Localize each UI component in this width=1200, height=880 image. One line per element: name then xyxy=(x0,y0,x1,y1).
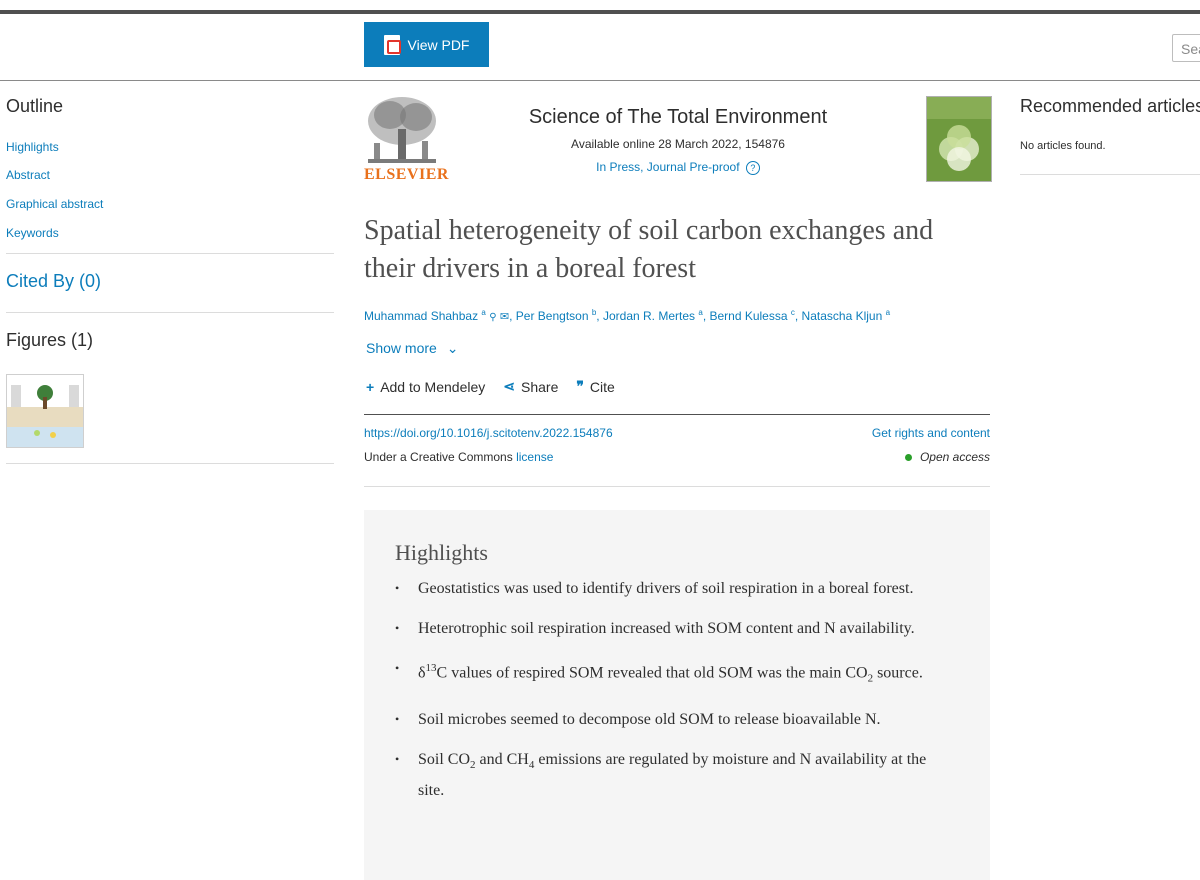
header: View PDF Sea xyxy=(0,14,1200,81)
search-input[interactable]: Sea xyxy=(1172,34,1200,62)
author-link[interactable]: Bernd Kulessa xyxy=(709,309,787,323)
open-access-label: Open access xyxy=(919,450,990,464)
author-link[interactable]: Per Bengtson xyxy=(516,309,589,323)
author-affiliation[interactable]: b xyxy=(592,308,596,317)
article-actions: + Add to Mendeley ⋖ Share ❞ Cite xyxy=(366,378,615,395)
highlight-item: Soil microbes seemed to decompose old SO… xyxy=(395,707,955,732)
outline-link-graphical-abstract[interactable]: Graphical abstract xyxy=(6,197,103,211)
top-bar xyxy=(0,0,1200,14)
available-online: Available online 28 March 2022, 154876 xyxy=(571,137,785,151)
journal-cover[interactable] xyxy=(926,96,992,182)
view-pdf-label: View PDF xyxy=(407,36,470,53)
article-title: Spatial heterogeneity of soil carbon exc… xyxy=(364,215,934,284)
divider xyxy=(364,414,990,415)
show-more-button[interactable]: Show more ⌄ xyxy=(366,340,458,357)
outline-link-keywords[interactable]: Keywords xyxy=(6,226,59,240)
license-line: Under a Creative Commons license xyxy=(364,450,553,464)
highlight-item: Geostatistics was used to identify drive… xyxy=(395,576,955,601)
open-access-badge: Open access xyxy=(904,450,990,464)
quote-icon: ❞ xyxy=(576,378,584,394)
author-link[interactable]: Muhammad Shahbaz xyxy=(364,309,478,323)
author-affiliation[interactable]: c xyxy=(791,308,795,317)
license-prefix: Under a Creative Commons xyxy=(364,450,513,464)
help-icon[interactable]: ? xyxy=(745,161,760,175)
author-affiliation[interactable]: a xyxy=(886,308,890,317)
outline-link-abstract[interactable]: Abstract xyxy=(6,168,50,182)
share-icon: ⋖ xyxy=(503,378,515,394)
highlights-title: Highlights xyxy=(395,540,488,565)
mendeley-label: Add to Mendeley xyxy=(380,378,486,395)
outline-title: Outline xyxy=(6,96,64,116)
divider xyxy=(1020,174,1200,175)
author-affiliation[interactable]: a xyxy=(481,308,485,317)
add-to-mendeley-button[interactable]: + Add to Mendeley xyxy=(366,378,485,395)
in-press-label: In Press, Journal Pre-proof xyxy=(596,160,740,174)
divider xyxy=(364,486,990,487)
rights-link[interactable]: Get rights and content xyxy=(872,426,990,440)
person-icon[interactable]: ⚲ xyxy=(489,312,496,323)
highlights-list: Geostatistics was used to identify drive… xyxy=(395,576,955,818)
publisher-name: ELSEVIER xyxy=(364,166,449,183)
divider xyxy=(6,253,334,254)
chevron-down-icon: ⌄ xyxy=(446,340,459,356)
pdf-icon xyxy=(383,34,401,55)
email-icon[interactable]: ✉ xyxy=(500,311,509,323)
cited-by-link[interactable]: Cited By (0) xyxy=(6,271,101,292)
divider xyxy=(6,463,334,464)
divider xyxy=(6,312,334,313)
author-affiliation[interactable]: a xyxy=(698,308,702,317)
highlights-section: Highlights Geostatistics was used to ide… xyxy=(364,510,990,880)
in-press-status[interactable]: In Press, Journal Pre-proof ? xyxy=(454,160,902,175)
cite-label: Cite xyxy=(589,378,615,395)
cite-button[interactable]: ❞ Cite xyxy=(576,378,614,395)
author-link[interactable]: Jordan R. Mertes xyxy=(603,309,695,323)
journal-title[interactable]: Science of The Total Environment xyxy=(454,106,902,129)
doi-link[interactable]: https://doi.org/10.1016/j.scitotenv.2022… xyxy=(364,426,613,440)
view-pdf-button[interactable]: View PDF xyxy=(364,22,489,67)
open-access-dot-icon xyxy=(904,453,912,461)
show-more-label: Show more xyxy=(366,340,437,356)
highlight-item: Heterotrophic soil respiration increased… xyxy=(395,616,955,641)
figure-thumbnail[interactable] xyxy=(6,374,84,448)
share-button[interactable]: ⋖ Share xyxy=(503,378,558,395)
outline-link-highlights[interactable]: Highlights xyxy=(6,140,59,154)
highlight-item: Soil CO2 and CH4 emissions are regulated… xyxy=(395,747,955,803)
highlight-item: δ13C values of respired SOM revealed tha… xyxy=(395,656,955,692)
share-label: Share xyxy=(521,378,559,395)
plus-icon: + xyxy=(366,378,375,395)
no-articles-message: No articles found. xyxy=(1020,140,1106,152)
author-link[interactable]: Natascha Kljun xyxy=(802,309,883,323)
author-list: Muhammad Shahbaz a ⚲ ✉, Per Bengtson b, … xyxy=(364,308,891,323)
recommended-title: Recommended articles xyxy=(1020,96,1200,116)
license-link[interactable]: license xyxy=(516,450,553,464)
figures-title: Figures (1) xyxy=(6,330,94,350)
